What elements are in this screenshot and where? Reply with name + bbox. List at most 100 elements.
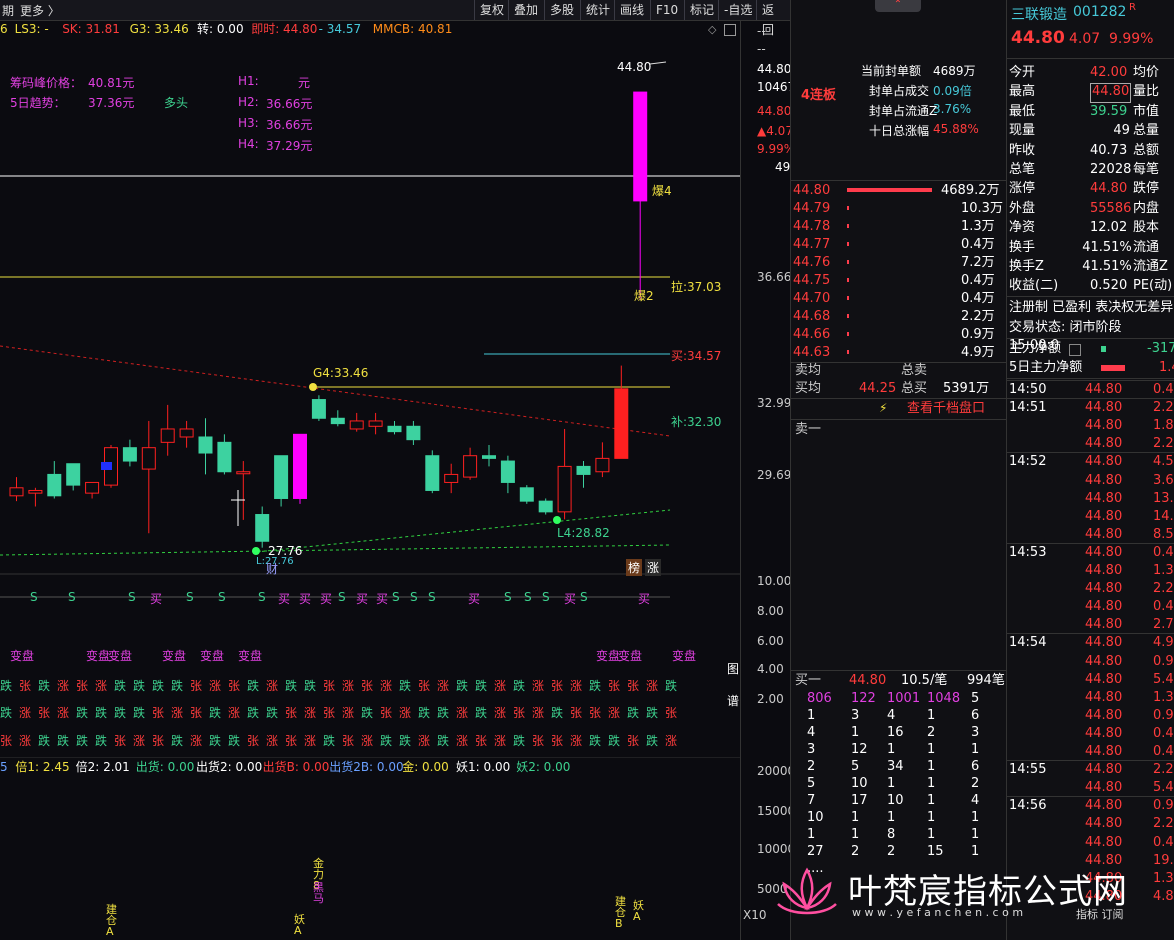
toolbar-button[interactable]: 统计 — [580, 0, 615, 20]
buy-total-value: 5391万 — [943, 381, 990, 396]
bid-depth-bar — [847, 206, 849, 210]
axis-label: 36.66 — [757, 270, 792, 284]
collapse-up-icon[interactable]: ⌃ — [875, 0, 921, 12]
queue-cell: 5 — [971, 691, 980, 706]
main5-value: 1.4 — [1159, 360, 1174, 375]
g4-dot — [309, 383, 317, 391]
stat-right-label: 股本 — [1133, 220, 1160, 236]
toolbar-button[interactable]: F10 — [650, 0, 683, 20]
indicator-value: LS3: - — [14, 22, 49, 36]
stat-label: 换手Z — [1009, 259, 1044, 274]
candle — [28, 489, 43, 494]
signal-mark: S — [186, 590, 194, 604]
indicator-value: MMCB: 40.81 — [372, 22, 453, 36]
h-level-value: 37.29元 — [266, 139, 313, 153]
signal-cell: 张 — [76, 679, 89, 693]
volume-tag: 建仓B — [615, 895, 626, 930]
tick-volume: 4.52 — [1153, 454, 1174, 470]
queue-cell: 1 — [927, 776, 936, 791]
axis-label: 4.00 — [757, 662, 784, 676]
h-level-label: H1: — [238, 74, 259, 88]
tick-price: 44.80 — [1085, 635, 1123, 651]
list-icon[interactable] — [1069, 344, 1081, 356]
bid-volume: 1.3万 — [961, 219, 995, 234]
diamond-icon[interactable]: ◇ — [708, 23, 716, 36]
signal-cell: 跌 — [380, 734, 393, 748]
signal-cell: 张 — [190, 706, 203, 720]
stat-right-label: 流通Z — [1133, 259, 1168, 274]
stat-right-label: 流通 — [1133, 239, 1160, 255]
seal-label: 封单占流通Z — [869, 104, 938, 118]
bid-volume: 2.2万 — [961, 309, 995, 324]
signal-cell: 张 — [627, 679, 640, 693]
bid-price: 44.76 — [793, 255, 831, 270]
signal-mark: S — [580, 590, 588, 604]
quote-panel: 三联锻造 001282 R 44.80 4.07 9.99% 注册制 已盈利 表… — [1006, 0, 1174, 940]
queue-cell: 4 — [887, 708, 896, 723]
signal-cell: 张 — [551, 734, 564, 748]
toolbar-button[interactable]: 叠加 — [508, 0, 543, 20]
window-box-icon[interactable] — [724, 24, 736, 36]
bid-depth-bar — [847, 314, 849, 318]
chip-peak-label: 筹码峰价格： — [10, 76, 83, 90]
axis-label: 6.00 — [757, 634, 784, 648]
stock-name: 三联锻造 — [1011, 7, 1067, 23]
turn-signal: 变盘 — [108, 649, 133, 663]
signal-cell: 涨 — [570, 734, 583, 748]
queue-cell: 1 — [851, 725, 860, 740]
signal-cell: 跌 — [0, 706, 13, 720]
volume-tag: 黑马 — [313, 881, 324, 905]
buy-one-price: 44.80 — [849, 673, 887, 688]
tick-volume: 0.92 — [1153, 798, 1174, 814]
bid-price: 44.63 — [793, 345, 831, 360]
lightning-icon: ⚡ — [879, 401, 888, 415]
toolbar-button[interactable]: 标记 — [684, 0, 719, 20]
signal-cell: 张 — [475, 734, 488, 748]
toolbar-button[interactable]: 复权 — [474, 0, 509, 20]
price-change: 4.07 — [1069, 31, 1101, 47]
volume-indicator-value: 出货2B: 0.00 — [329, 760, 404, 774]
stat-value: 41.51% — [1082, 239, 1132, 255]
signal-mark: 买 — [150, 592, 163, 606]
h-level-label: H2: — [238, 95, 259, 109]
queue-cell: 2 — [971, 776, 980, 791]
signal-cell: 涨 — [133, 734, 146, 748]
period-label[interactable]: 期 — [2, 2, 14, 19]
side-tab-chart[interactable]: 图 — [727, 660, 739, 677]
trade-state: 交易状态: 闭市阶段 15:00:0 — [1009, 320, 1122, 353]
toolbar-button[interactable]: 多股 — [544, 0, 579, 20]
toolbar-button[interactable]: 画线 — [614, 0, 649, 20]
signal-cell: 涨 — [570, 679, 583, 693]
indicator-value: 转: 0.00 — [197, 22, 244, 36]
stat-value: 44.80 — [1090, 181, 1128, 197]
seal-value: 4689万 — [933, 64, 976, 78]
tick-volume: 4.92 — [1153, 635, 1174, 651]
toolbar-button[interactable]: -自选 — [718, 0, 757, 20]
tick-price: 44.80 — [1085, 707, 1123, 723]
support-trend-line-2 — [0, 544, 671, 556]
side-tab-spectrum[interactable]: 谱 — [727, 692, 739, 709]
signal-mark: S — [524, 590, 532, 604]
tick-volume: 3.62 — [1153, 472, 1174, 488]
signal-cell: 张 — [323, 679, 336, 693]
volume-tag: 妖A — [633, 899, 644, 923]
signal-cell: 跌 — [323, 734, 336, 748]
queue-cell: 1048 — [927, 691, 961, 706]
more-menu[interactable]: 更多 〉 — [20, 2, 60, 19]
tick-price: 44.80 — [1085, 382, 1123, 397]
queue-cell: 122 — [851, 691, 876, 706]
stat-right-label: PE(动) — [1133, 278, 1173, 294]
thousand-level-link[interactable]: 查看千档盘口 — [907, 400, 985, 418]
bid-price: 44.66 — [793, 327, 831, 342]
tick-price: 44.80 — [1085, 725, 1123, 741]
signal-cell: 跌 — [551, 706, 564, 720]
signal-cell: 涨 — [494, 706, 507, 720]
tick-price: 44.80 — [1085, 653, 1123, 669]
tick-price: 44.80 — [1085, 762, 1123, 778]
axis-label: X10 — [743, 908, 767, 922]
candle — [538, 500, 553, 513]
toolbar-button[interactable]: 返回 — [756, 0, 790, 37]
queue-cell: 3 — [971, 725, 980, 740]
signal-cell: 张 — [532, 734, 545, 748]
signal-cell: 跌 — [589, 734, 602, 748]
